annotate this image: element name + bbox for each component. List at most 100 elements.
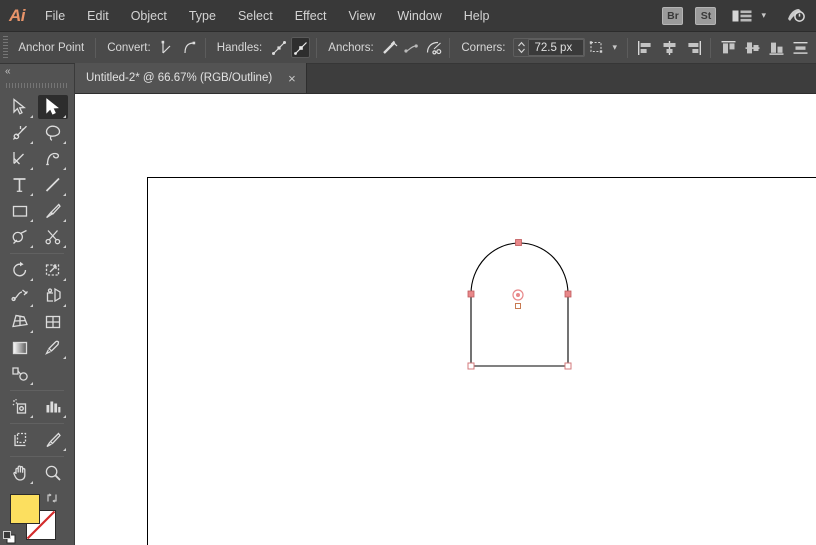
align-horizontal-center-icon[interactable] bbox=[658, 37, 680, 58]
mesh-tool[interactable] bbox=[38, 310, 68, 334]
tools-panel-grip[interactable] bbox=[6, 79, 68, 91]
shaper-tool[interactable] bbox=[5, 225, 35, 249]
paintbrush-tool[interactable] bbox=[38, 199, 68, 223]
direct-selection-tool[interactable] bbox=[37, 95, 68, 119]
lasso-tool[interactable] bbox=[38, 121, 68, 145]
workspace-chevron-down-icon[interactable]: ▾ bbox=[761, 10, 766, 21]
free-transform-tool[interactable] bbox=[38, 258, 68, 282]
document-canvas[interactable] bbox=[75, 94, 816, 545]
line-segment-tool[interactable] bbox=[38, 173, 68, 197]
menu-effect[interactable]: Effect bbox=[284, 0, 338, 32]
anchor-point-bottom-left[interactable] bbox=[467, 362, 475, 370]
anchor-point-left[interactable] bbox=[467, 290, 475, 298]
tool-flyout-indicator bbox=[62, 356, 66, 359]
rectangle-tool[interactable] bbox=[5, 199, 35, 223]
toolbar-divider bbox=[10, 253, 64, 254]
tool-flyout-indicator bbox=[62, 141, 66, 144]
tool-flyout-indicator bbox=[62, 278, 66, 281]
type-tool[interactable] bbox=[5, 173, 35, 197]
anchor-point-bottom-right[interactable] bbox=[564, 362, 572, 370]
rotate-tool[interactable] bbox=[5, 258, 35, 282]
tool-flyout-indicator bbox=[29, 167, 33, 170]
tool-flyout-indicator bbox=[62, 245, 66, 248]
connect-anchors-icon[interactable] bbox=[402, 37, 422, 58]
align-left-icon[interactable] bbox=[634, 37, 656, 58]
remove-anchor-icon[interactable] bbox=[381, 37, 401, 58]
column-graph-tool[interactable] bbox=[38, 395, 68, 419]
menu-bar-right-cluster: Br St ▾ bbox=[658, 6, 816, 25]
show-handles-icon[interactable] bbox=[269, 37, 289, 58]
fill-swatch[interactable] bbox=[10, 494, 40, 524]
divider bbox=[204, 37, 206, 58]
magic-wand-tool[interactable] bbox=[5, 121, 35, 145]
default-fill-stroke-icon[interactable] bbox=[3, 531, 16, 544]
zoom-tool[interactable] bbox=[38, 461, 68, 485]
symbol-sprayer-tool[interactable] bbox=[5, 395, 35, 419]
anchors-label: Anchors: bbox=[328, 41, 374, 54]
scissors-tool[interactable] bbox=[38, 225, 68, 249]
close-icon[interactable]: × bbox=[286, 72, 298, 85]
tool-flyout-indicator bbox=[62, 167, 66, 170]
tools-panel: « bbox=[0, 64, 75, 545]
pen-tool[interactable] bbox=[5, 147, 35, 171]
tool-flyout-indicator bbox=[62, 304, 66, 307]
slice-tool[interactable] bbox=[38, 428, 68, 452]
menu-type[interactable]: Type bbox=[178, 0, 227, 32]
eyedropper-tool[interactable] bbox=[38, 336, 68, 360]
control-bar-grip[interactable] bbox=[3, 35, 9, 60]
hide-handles-icon[interactable] bbox=[290, 37, 311, 58]
menu-bar: Ai File Edit Object Type Select Effect V… bbox=[0, 0, 816, 32]
live-corner-widget[interactable] bbox=[515, 303, 521, 309]
anchor-point-top[interactable] bbox=[515, 239, 522, 246]
convert-to-corner-icon[interactable] bbox=[158, 37, 178, 58]
document-tab[interactable]: Untitled-2* @ 66.67% (RGB/Outline) × bbox=[75, 63, 307, 93]
width-tool[interactable] bbox=[5, 284, 35, 308]
shape-transform-icon[interactable] bbox=[586, 37, 608, 58]
collapse-panel-icon[interactable]: « bbox=[0, 64, 74, 79]
align-top-icon[interactable] bbox=[717, 37, 739, 58]
align-vertical-center-icon[interactable] bbox=[741, 37, 763, 58]
divider bbox=[95, 37, 97, 58]
perspective-grid-tool[interactable] bbox=[5, 310, 35, 334]
workspace-icon[interactable] bbox=[732, 8, 754, 24]
curvature-tool[interactable] bbox=[38, 147, 68, 171]
corner-radius-input[interactable]: 72.5 px bbox=[528, 39, 585, 56]
menu-select[interactable]: Select bbox=[227, 0, 284, 32]
tool-flyout-indicator bbox=[29, 481, 33, 484]
transform-chevron-down-icon[interactable]: ▾ bbox=[612, 42, 617, 53]
artwork-layer bbox=[467, 239, 572, 370]
hand-tool[interactable] bbox=[5, 461, 35, 485]
center-point-icon bbox=[512, 289, 524, 301]
blend-tool[interactable] bbox=[5, 362, 35, 386]
corners-stepper[interactable]: 72.5 px bbox=[513, 38, 586, 57]
tool-flyout-indicator bbox=[62, 415, 66, 418]
distribute-vertical-icon[interactable] bbox=[789, 37, 811, 58]
divider bbox=[627, 37, 629, 58]
anchor-point-right[interactable] bbox=[564, 290, 572, 298]
stock-button[interactable]: St bbox=[695, 6, 717, 25]
align-bottom-icon[interactable] bbox=[765, 37, 787, 58]
toolbar-divider bbox=[10, 456, 64, 457]
artboard-tool[interactable] bbox=[5, 428, 35, 452]
menu-edit[interactable]: Edit bbox=[76, 0, 120, 32]
tool-list bbox=[0, 94, 74, 486]
menu-object[interactable]: Object bbox=[120, 0, 178, 32]
convert-to-smooth-icon[interactable] bbox=[179, 37, 199, 58]
search-icon[interactable] bbox=[784, 7, 806, 25]
tool-flyout-indicator bbox=[29, 304, 33, 307]
gradient-tool[interactable] bbox=[5, 336, 35, 360]
tool-flyout-indicator bbox=[29, 330, 33, 333]
cut-path-icon[interactable] bbox=[424, 37, 444, 58]
selection-tool[interactable] bbox=[5, 95, 35, 119]
stepper-arrows-icon[interactable] bbox=[514, 41, 528, 54]
menu-help[interactable]: Help bbox=[453, 0, 501, 32]
swap-fill-stroke-icon[interactable] bbox=[45, 491, 59, 505]
align-right-icon[interactable] bbox=[682, 37, 704, 58]
menu-file[interactable]: File bbox=[34, 0, 76, 32]
menu-view[interactable]: View bbox=[337, 0, 386, 32]
menu-window[interactable]: Window bbox=[386, 0, 452, 32]
toolbar-divider bbox=[10, 423, 64, 424]
shape-builder-tool[interactable] bbox=[38, 284, 68, 308]
control-bar: Anchor Point Convert: Handles: Anchors: … bbox=[0, 32, 816, 64]
bridge-button[interactable]: Br bbox=[662, 6, 684, 25]
